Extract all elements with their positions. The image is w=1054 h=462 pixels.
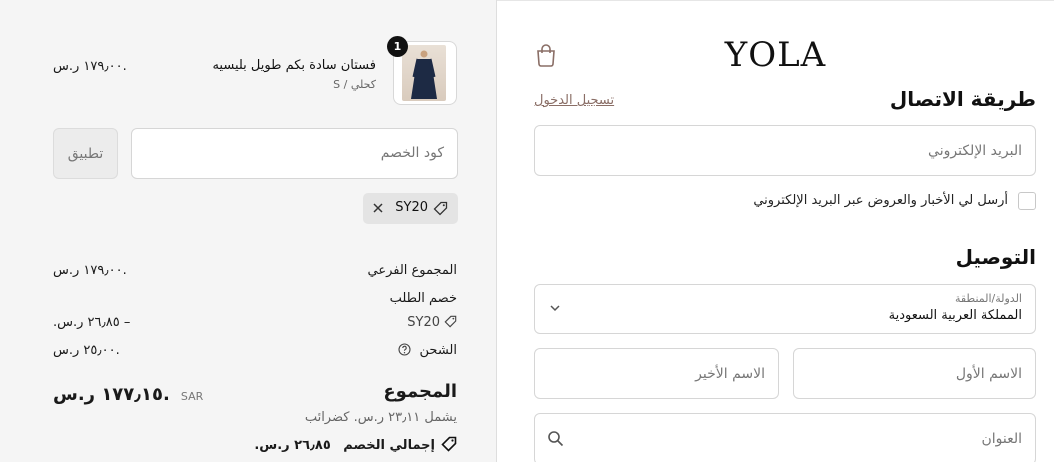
address-placeholder: العنوان	[981, 431, 1022, 447]
last-name-field[interactable]: الاسم الأخير	[534, 348, 779, 399]
savings-tag-icon	[441, 436, 457, 452]
discount-code-placeholder: كود الخصم	[380, 145, 444, 161]
first-name-field[interactable]: الاسم الأول	[793, 348, 1036, 399]
quantity-badge: 1	[387, 36, 408, 57]
shipping-label: الشحن	[419, 343, 457, 358]
order-discount-value: – ٢٦٫٨٥ ر.س.	[53, 315, 131, 330]
country-select[interactable]: الدولة/المنطقة المملكة العربية السعودية	[534, 284, 1036, 334]
close-icon[interactable]	[372, 202, 384, 214]
product-image	[402, 45, 446, 101]
address-field[interactable]: العنوان	[534, 413, 1036, 462]
newsletter-checkbox[interactable]	[1018, 192, 1036, 210]
order-discount-code: SY20	[407, 315, 440, 330]
shipping-row: الشحن	[398, 343, 457, 358]
email-field[interactable]: البريد الإلكتروني	[534, 125, 1036, 176]
shipping-value: ٢٥٫٠٠ ر.س.	[53, 343, 120, 358]
chevron-down-icon	[550, 305, 560, 312]
newsletter-label: أرسل لي الأخبار والعروض عبر البريد الإلك…	[753, 193, 1008, 208]
search-icon	[548, 431, 564, 447]
applied-code-text: SY20	[395, 200, 428, 215]
subtotal-value: ١٧٩٫٠٠ ر.س.	[53, 263, 127, 278]
first-name-placeholder: الاسم الأول	[955, 365, 1022, 382]
checkout-form-pane: YOLA طريقة الاتصال تسجيل الدخول البريد ا…	[497, 0, 1054, 462]
discount-code-input[interactable]: كود الخصم	[131, 128, 458, 179]
currency-code: SAR	[180, 390, 204, 403]
product-price: ١٧٩٫٠٠ ر.س.	[53, 59, 127, 74]
help-circle-icon[interactable]	[398, 343, 411, 356]
order-summary-pane: 1 فستان سادة بكم طويل بليسيه كحلي / S ١٧…	[0, 0, 497, 462]
tag-icon	[433, 201, 448, 216]
apply-discount-button[interactable]: تطبيق	[53, 128, 118, 179]
product-variant: كحلي / S	[333, 78, 376, 91]
order-discount-label: خصم الطلب	[389, 291, 457, 306]
country-value: المملكة العربية السعودية	[888, 308, 1022, 323]
country-label: الدولة/المنطقة	[954, 292, 1022, 305]
total-label: المجموع	[383, 381, 457, 402]
email-placeholder: البريد الإلكتروني	[928, 142, 1022, 159]
total-row: ١٧٧٫١٥ ر.س. SAR	[53, 384, 203, 405]
applied-code-chip: SY20	[363, 193, 458, 224]
order-discount-code-row: SY20	[407, 315, 457, 330]
tag-icon	[444, 315, 457, 328]
total-savings-row: إجمالي الخصم ٢٦٫٨٥ ر.س.	[254, 436, 457, 453]
shopping-bag-icon[interactable]	[535, 43, 557, 67]
total-savings-label: إجمالي الخصم	[343, 438, 435, 453]
total-value: ١٧٧٫١٥ ر.س.	[53, 384, 170, 405]
contact-section-title: طريقة الاتصال	[889, 87, 1036, 111]
total-savings-value: ٢٦٫٨٥ ر.س.	[254, 438, 331, 453]
store-logo[interactable]: YOLA	[497, 35, 1054, 75]
product-name: فستان سادة بكم طويل بليسيه	[212, 58, 376, 73]
subtotal-label: المجموع الفرعي	[367, 263, 457, 278]
last-name-placeholder: الاسم الأخير	[695, 365, 765, 382]
delivery-section-title: التوصيل	[955, 245, 1036, 269]
tax-note: يشمل ٢٣٫١١ ر.س. كضرائب	[304, 410, 457, 425]
login-link[interactable]: تسجيل الدخول	[534, 93, 614, 108]
